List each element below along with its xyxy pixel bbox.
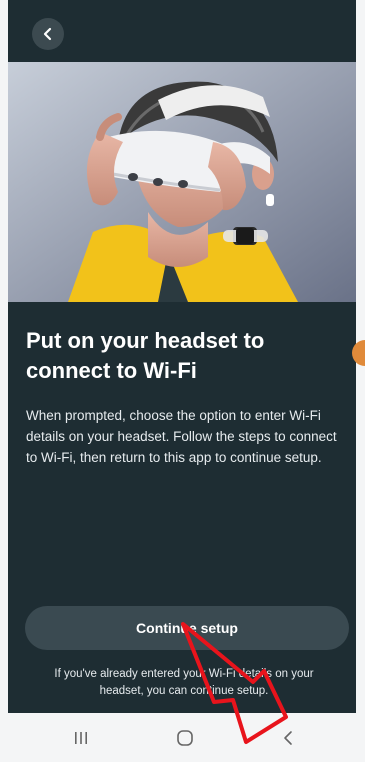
android-navigation-bar [0, 713, 365, 762]
footnote-text: If you've already entered your Wi-Fi det… [54, 668, 314, 697]
headset-illustration [8, 62, 356, 302]
recents-button[interactable] [66, 727, 96, 749]
phone-screen: Put on your headset to connect to Wi-Fi … [0, 0, 365, 762]
person-wearing-headset-image [8, 62, 356, 302]
top-bar [8, 0, 356, 62]
continue-setup-button[interactable]: Continue setup [25, 606, 349, 650]
page-title: Put on your headset to connect to Wi-Fi [26, 328, 265, 383]
home-button[interactable] [170, 727, 200, 749]
chevron-left-icon [43, 27, 52, 41]
instructions-text: When prompted, choose the option to ente… [26, 408, 337, 465]
back-icon [284, 731, 292, 745]
recents-icon [75, 732, 87, 744]
system-back-button[interactable] [274, 727, 304, 749]
back-button[interactable] [32, 18, 64, 50]
setup-screen: Put on your headset to connect to Wi-Fi … [8, 0, 356, 713]
home-icon [177, 730, 193, 746]
